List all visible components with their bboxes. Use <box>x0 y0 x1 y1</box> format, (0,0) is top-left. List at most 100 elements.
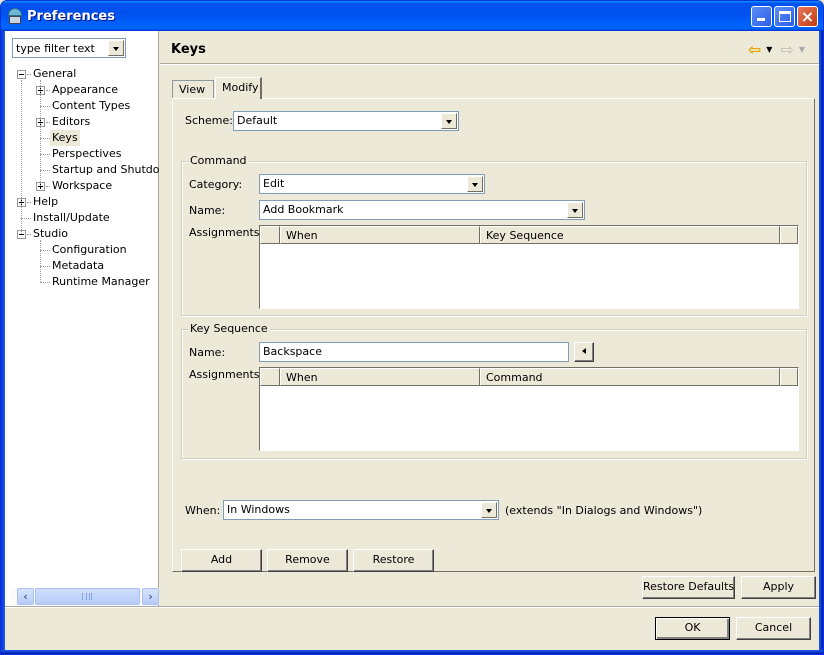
when-label: When: <box>185 504 221 517</box>
chevron-down-icon[interactable] <box>567 202 583 218</box>
tree-item-perspectives[interactable]: Perspectives <box>5 146 159 162</box>
tree-item-label: Install/Update <box>33 211 110 224</box>
chevron-down-icon[interactable] <box>441 113 457 129</box>
history-nav: ⇦ ▼ ⇨ ▼ <box>748 40 811 59</box>
category-label: Category: <box>189 178 243 191</box>
scroll-thumb[interactable] <box>35 588 140 605</box>
command-assignments-table[interactable]: When Key Sequence <box>259 225 799 309</box>
restore-button[interactable]: Restore <box>353 549 434 572</box>
tree-connector <box>40 266 50 267</box>
key-sequence-value: Backspace <box>263 345 322 358</box>
tab-modify[interactable]: Modify <box>215 77 262 99</box>
category-combo[interactable]: Edit <box>259 174 485 194</box>
tree-guide-line <box>40 80 41 186</box>
back-arrow-icon[interactable]: ⇦ <box>748 40 761 59</box>
tree-item-label: Configuration <box>52 243 127 256</box>
column-header-key-sequence[interactable]: Key Sequence <box>480 226 780 244</box>
tree-item-appearance[interactable]: Appearance <box>5 82 159 98</box>
tree-guide-line <box>21 80 22 234</box>
collapse-minus-icon[interactable] <box>17 70 26 79</box>
back-history-dropdown-icon[interactable]: ▼ <box>766 45 772 54</box>
filter-input[interactable] <box>13 39 105 57</box>
tree-item-metadata[interactable]: Metadata <box>5 258 159 274</box>
tree-item-general[interactable]: General <box>5 66 159 82</box>
column-header-select[interactable] <box>260 368 280 386</box>
tree-item-content-types[interactable]: Content Types <box>5 98 159 114</box>
maximize-button[interactable] <box>774 6 795 27</box>
cancel-button[interactable]: Cancel <box>736 617 811 640</box>
tree-item-workspace[interactable]: Workspace <box>5 178 159 194</box>
close-button[interactable]: × <box>797 6 818 27</box>
table-header: When Key Sequence <box>260 226 798 244</box>
tree-connector <box>40 282 50 283</box>
minimize-icon <box>757 18 765 21</box>
preferences-app-icon <box>7 8 23 24</box>
column-header-filler <box>780 226 798 244</box>
tree-horizontal-scrollbar[interactable]: ‹ › <box>11 588 159 605</box>
backspace-key-button[interactable] <box>574 342 594 362</box>
tree-item-label: Keys <box>50 130 80 146</box>
scroll-left-button[interactable]: ‹ <box>17 588 34 605</box>
window-frame-bottom[interactable] <box>1 650 823 654</box>
key-sequence-name-label: Name: <box>189 346 226 359</box>
column-header-command[interactable]: Command <box>480 368 780 386</box>
restore-defaults-button[interactable]: Restore Defaults <box>642 576 735 599</box>
title-separator <box>160 63 821 65</box>
chevron-right-icon: › <box>148 590 153 603</box>
tree-item-configuration[interactable]: Configuration <box>5 242 159 258</box>
preference-tree-pane: General Appearance Content Types Editors Key… <box>5 31 159 606</box>
filter-combo[interactable] <box>12 38 126 58</box>
scroll-right-button[interactable]: › <box>142 588 159 605</box>
chevron-down-icon[interactable] <box>481 502 497 518</box>
column-header-when[interactable]: When <box>280 368 480 386</box>
apply-button[interactable]: Apply <box>741 576 816 599</box>
tree-item-startup-and-shutdown[interactable]: Startup and Shutdown <box>5 162 159 178</box>
grip-icon <box>82 593 92 600</box>
remove-button[interactable]: Remove <box>267 549 348 572</box>
chevron-down-icon[interactable] <box>467 176 483 192</box>
scheme-combo[interactable]: Default <box>233 111 459 131</box>
command-assignments-label: Assignments: <box>189 226 264 239</box>
command-name-combo[interactable]: Add Bookmark <box>259 200 585 220</box>
when-combo[interactable]: In Windows <box>223 500 499 520</box>
ok-button[interactable]: OK <box>655 617 730 640</box>
key-sequence-input[interactable]: Backspace <box>259 342 569 362</box>
forward-history-dropdown-icon[interactable]: ▼ <box>799 45 805 54</box>
key-sequence-assignments-table[interactable]: When Command <box>259 367 799 451</box>
add-button[interactable]: Add <box>181 549 262 572</box>
scheme-value: Default <box>237 114 278 127</box>
tree-item-keys[interactable]: Keys <box>5 130 159 146</box>
tree-item-runtime-manager[interactable]: Runtime Manager <box>5 274 159 290</box>
page-title: Keys <box>171 42 206 57</box>
tree-guide-line <box>40 240 41 282</box>
close-icon: × <box>800 7 815 26</box>
tree-item-label: Startup and Shutdown <box>52 163 159 176</box>
tree-item-label: Help <box>33 195 59 208</box>
when-extends-note: (extends "In Dialogs and Windows") <box>505 504 703 517</box>
forward-arrow-icon[interactable]: ⇨ <box>780 40 793 59</box>
tree-item-label: Metadata <box>52 259 105 272</box>
tree-item-label: Content Types <box>52 99 131 112</box>
modify-tab-panel: Scheme: Default Command Category: Edit N… <box>172 98 815 572</box>
table-header: When Command <box>260 368 798 386</box>
tree-item-studio[interactable]: Studio <box>5 226 159 242</box>
preferences-window: Preferences × General Appearance Content T… <box>0 0 824 655</box>
tree-item-help[interactable]: Help <box>5 194 159 210</box>
filter-dropdown-button[interactable] <box>108 40 124 56</box>
window-frame-right[interactable] <box>819 31 823 654</box>
key-sequence-group-title: Key Sequence <box>188 322 270 335</box>
minimize-button[interactable] <box>751 6 772 27</box>
category-value: Edit <box>263 177 285 190</box>
title-bar[interactable]: Preferences × <box>1 1 823 31</box>
tree-item-install-update[interactable]: Install/Update <box>5 210 159 226</box>
column-header-when[interactable]: When <box>280 226 480 244</box>
tree-connector <box>21 218 31 219</box>
tree-item-editors[interactable]: Editors <box>5 114 159 130</box>
tree-connector <box>40 154 50 155</box>
command-name-value: Add Bookmark <box>263 203 344 216</box>
tree-connector <box>40 170 50 171</box>
tree-item-label: Studio <box>33 227 69 240</box>
window-frame-left[interactable] <box>1 31 5 654</box>
column-header-select[interactable] <box>260 226 280 244</box>
tab-view[interactable]: View <box>172 80 214 99</box>
